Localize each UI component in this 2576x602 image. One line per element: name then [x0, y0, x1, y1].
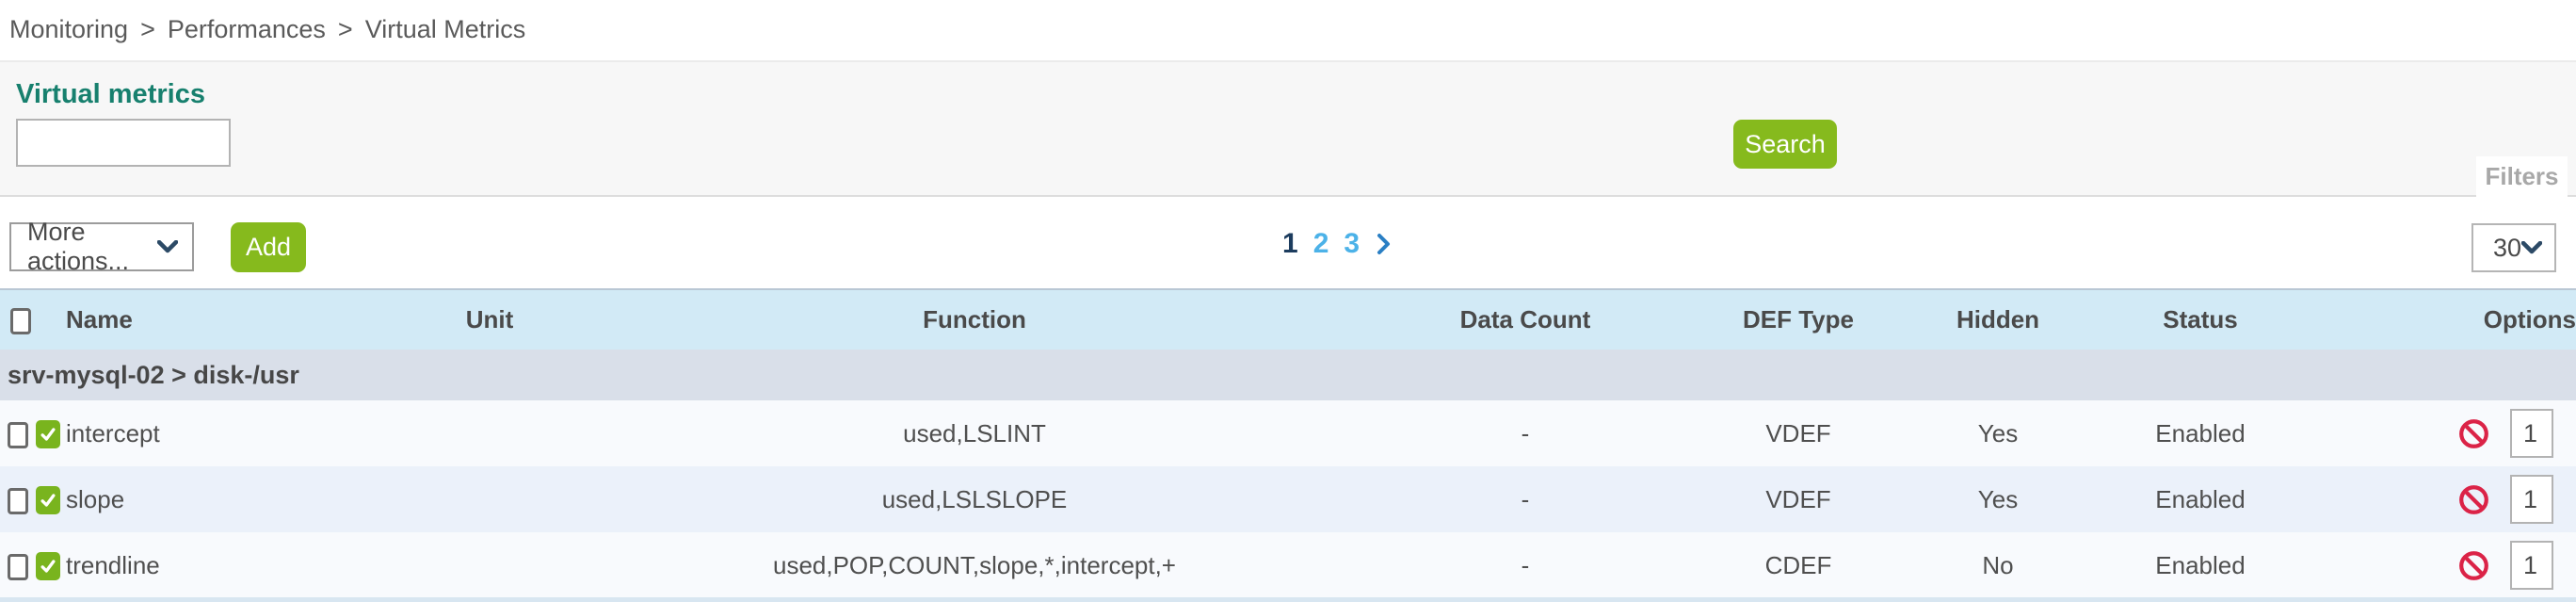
order-input[interactable]: [2510, 541, 2553, 590]
table-header-row: Name Unit Function Data Count DEF Type H…: [0, 289, 2576, 350]
enabled-checkbox-icon[interactable]: [36, 420, 60, 448]
breadcrumb-item-performances[interactable]: Performances: [168, 15, 326, 44]
chevron-down-icon: [157, 240, 178, 253]
metric-name[interactable]: slope: [66, 466, 358, 532]
row-select-checkbox[interactable]: [8, 488, 28, 514]
metric-hidden: Yes: [1874, 400, 2122, 466]
metric-name[interactable]: trendline: [66, 532, 358, 598]
group-label: srv-mysql-02 > disk-/usr: [0, 350, 2576, 400]
enabled-checkbox-icon[interactable]: [36, 486, 60, 514]
enabled-checkbox-icon[interactable]: [36, 552, 60, 580]
pagination: 1 2 3: [1282, 199, 1391, 288]
breadcrumb-item-monitoring[interactable]: Monitoring: [9, 15, 128, 44]
page-size-value: 30: [2493, 234, 2521, 263]
search-button[interactable]: Search: [1733, 120, 1837, 169]
header-function[interactable]: Function: [621, 289, 1328, 350]
group-row: srv-mysql-02 > disk-/usr: [0, 350, 2576, 400]
forbidden-icon[interactable]: [2458, 418, 2489, 449]
metric-data-count: -: [1328, 466, 1723, 532]
metric-unit: [358, 532, 621, 598]
virtual-metrics-table: Name Unit Function Data Count DEF Type H…: [0, 288, 2576, 598]
more-actions-label: More actions...: [27, 218, 157, 276]
page-3[interactable]: 3: [1344, 228, 1360, 260]
metric-def-type: VDEF: [1723, 466, 1874, 532]
metric-hidden: No: [1874, 532, 2122, 598]
forbidden-icon[interactable]: [2458, 550, 2489, 581]
add-button[interactable]: Add: [231, 222, 306, 272]
breadcrumb-separator: >: [140, 15, 155, 44]
metric-function: used,POP,COUNT,slope,*,intercept,+: [621, 532, 1328, 598]
header-def-type[interactable]: DEF Type: [1723, 289, 1874, 350]
table-row: slope used,LSLSLOPE - VDEF Yes Enabled: [0, 466, 2576, 532]
page-title: Virtual metrics: [16, 79, 205, 110]
table-row: trendline used,POP,COUNT,slope,*,interce…: [0, 532, 2576, 598]
metric-unit: [358, 466, 621, 532]
more-actions-select[interactable]: More actions...: [9, 222, 194, 271]
header-name[interactable]: Name: [66, 289, 358, 350]
metric-data-count: -: [1328, 532, 1723, 598]
table-footer-strip: [0, 597, 2576, 602]
row-select-checkbox[interactable]: [8, 554, 28, 580]
breadcrumb-separator: >: [338, 15, 353, 44]
row-select-checkbox[interactable]: [8, 422, 28, 448]
metric-status: Enabled: [2122, 466, 2278, 532]
metric-hidden: Yes: [1874, 466, 2122, 532]
page-2[interactable]: 2: [1313, 228, 1329, 260]
header-options: Options: [2278, 289, 2576, 350]
header-unit[interactable]: Unit: [358, 289, 621, 350]
header-status[interactable]: Status: [2122, 289, 2278, 350]
forbidden-icon[interactable]: [2458, 484, 2489, 515]
metric-status: Enabled: [2122, 532, 2278, 598]
metric-status: Enabled: [2122, 400, 2278, 466]
order-input[interactable]: [2510, 475, 2553, 524]
page-1[interactable]: 1: [1282, 228, 1298, 260]
filters-tab[interactable]: Filters: [2476, 156, 2568, 197]
metric-function: used,LSLSLOPE: [621, 466, 1328, 532]
search-input[interactable]: [16, 119, 231, 167]
page-size-select[interactable]: 30: [2471, 223, 2556, 272]
metric-unit: [358, 400, 621, 466]
metric-data-count: -: [1328, 400, 1723, 466]
select-all-checkbox[interactable]: [10, 308, 31, 334]
next-page-icon[interactable]: [1377, 233, 1391, 255]
toolbar: More actions... Add 1 2 3 30: [0, 199, 2576, 288]
table-row: intercept used,LSLINT - VDEF Yes Enabled: [0, 400, 2576, 466]
header-data-count[interactable]: Data Count: [1328, 289, 1723, 350]
header-hidden[interactable]: Hidden: [1874, 289, 2122, 350]
order-input[interactable]: [2510, 409, 2553, 458]
metric-name[interactable]: intercept: [66, 400, 358, 466]
metric-def-type: CDEF: [1723, 532, 1874, 598]
breadcrumb: Monitoring > Performances > Virtual Metr…: [0, 0, 2576, 59]
breadcrumb-item-virtual-metrics[interactable]: Virtual Metrics: [365, 15, 526, 44]
filter-panel: Virtual metrics Search Filters: [0, 60, 2576, 197]
chevron-down-icon: [2521, 241, 2542, 254]
metric-def-type: VDEF: [1723, 400, 1874, 466]
metric-function: used,LSLINT: [621, 400, 1328, 466]
